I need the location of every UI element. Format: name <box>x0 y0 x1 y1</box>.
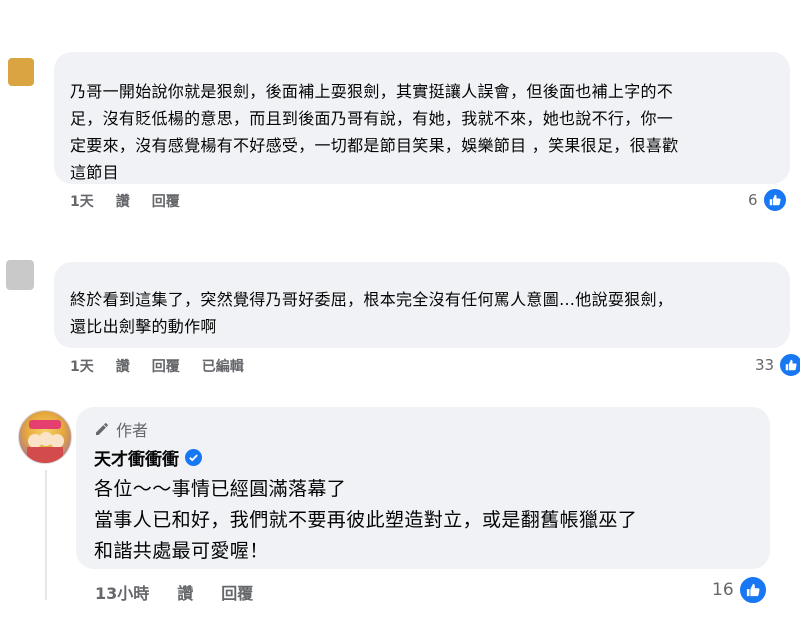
comment-actions: 1天 讚 回覆 <box>70 191 180 211</box>
author-name-text[interactable]: 天才衝衝衝 <box>94 445 179 470</box>
reaction-count[interactable]: 6 <box>748 187 788 213</box>
author-name[interactable]: 天才衝衝衝 <box>94 445 752 470</box>
thumbs-up-icon <box>737 575 768 605</box>
author-tag-label: 作者 <box>116 421 149 440</box>
comment-time[interactable]: 13小時 <box>95 580 149 604</box>
comment-time[interactable]: 1天 <box>70 356 94 376</box>
reply-button[interactable]: 回覆 <box>152 356 180 376</box>
thumbs-up-icon <box>761 187 788 213</box>
comment-text: 終於看到這集了，突然覺得乃哥好委屈，根本完全沒有任何罵人意圖…他說耍狠劍， 還比… <box>70 290 674 336</box>
reaction-count[interactable]: 16 <box>712 575 768 605</box>
author-badge: 作者 <box>94 417 752 441</box>
author-reply-actions: 13小時 讚 回覆 <box>95 580 253 604</box>
reaction-count-number: 16 <box>712 580 734 600</box>
comment-text: 乃哥一開始說你就是狠劍，後面補上耍狠劍，其實挺讓人誤會，但後面也補上字的不 足，… <box>70 82 679 182</box>
author-reply-text: 各位～～事情已經圓滿落幕了 當事人已和好，我們就不要再彼此塑造對立，或是翻舊帳獵… <box>94 478 638 562</box>
comment-bubble: 乃哥一開始說你就是狠劍，後面補上耍狠劍，其實挺讓人誤會，但後面也補上字的不 足，… <box>54 52 790 184</box>
page-avatar[interactable] <box>18 410 72 464</box>
like-button[interactable]: 讚 <box>177 580 193 604</box>
reaction-count[interactable]: 33 <box>755 352 800 378</box>
like-button[interactable]: 讚 <box>116 356 130 376</box>
comment-bubble: 終於看到這集了，突然覺得乃哥好委屈，根本完全沒有任何罵人意圖…他說耍狠劍， 還比… <box>54 262 790 348</box>
reply-button[interactable]: 回覆 <box>152 191 180 211</box>
reaction-count-number: 6 <box>748 191 758 209</box>
reply-button[interactable]: 回覆 <box>221 580 253 604</box>
thread-line <box>45 470 47 600</box>
thumbs-up-icon <box>778 352 800 378</box>
comment-actions: 1天 讚 回覆 已編輯 <box>70 356 244 376</box>
edited-label: 已編輯 <box>201 359 244 375</box>
commenter-avatar[interactable] <box>6 260 34 290</box>
like-button[interactable]: 讚 <box>116 191 130 211</box>
commenter-avatar[interactable] <box>8 58 34 86</box>
pencil-icon <box>96 423 108 435</box>
page-avatar-art <box>27 420 64 463</box>
reaction-count-number: 33 <box>755 356 775 374</box>
author-reply-bubble: 作者 天才衝衝衝 各位～～事情已經圓滿落幕了 當事人已和好，我們就不要再彼此塑造… <box>76 407 770 569</box>
verified-badge-icon <box>185 449 202 466</box>
comment-time[interactable]: 1天 <box>70 191 94 211</box>
